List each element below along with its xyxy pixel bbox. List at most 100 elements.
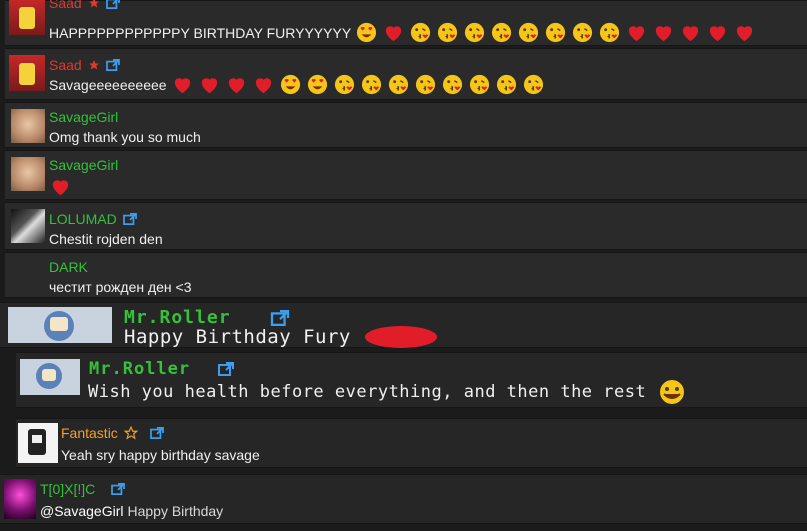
heart-emoji <box>682 26 699 42</box>
username-label: Saad <box>49 57 82 73</box>
heart-emoji <box>709 26 726 42</box>
username-label: LOLUMAD <box>49 211 117 227</box>
username[interactable]: SavageGirl <box>49 157 118 173</box>
message-body: честит рожден ден <3 <box>49 279 192 295</box>
username-label: T[0]X[!]C <box>40 481 96 497</box>
message-body: Happy Birthday <box>127 503 224 519</box>
kiss-emoji <box>438 22 458 43</box>
share-icon[interactable] <box>149 427 164 439</box>
message-body: Happy Birthday Fury <box>124 326 351 348</box>
message-text: @SavageGirl Happy Birthday <box>40 503 223 519</box>
heart-emoji <box>385 26 402 42</box>
username[interactable]: Saad <box>49 57 120 73</box>
kiss-emoji <box>361 74 381 95</box>
chat-message: Saad HAPPPPPPPPPPPPY BIRTHDAY FURYYYYYY <box>5 0 807 46</box>
message-text: Omg thank you so much <box>49 129 201 145</box>
chat-message: SavageGirl <box>5 150 807 200</box>
message-text <box>45 175 72 198</box>
username[interactable]: LOLUMAD <box>49 211 137 227</box>
share-icon[interactable] <box>111 483 126 495</box>
emoji-row <box>351 21 756 44</box>
avatar[interactable] <box>4 479 36 519</box>
username-label: SavageGirl <box>49 109 119 125</box>
avatar[interactable] <box>18 423 58 463</box>
username-label: Mr.Roller <box>89 359 191 379</box>
username-label: DARK <box>49 259 88 275</box>
share-icon[interactable] <box>214 362 238 376</box>
heart-emoji <box>201 78 217 94</box>
heart-emoji <box>364 326 437 348</box>
emoji-row <box>45 175 72 198</box>
smile-emoji <box>660 380 685 404</box>
share-icon[interactable] <box>105 0 120 9</box>
star-outline-icon <box>123 426 138 440</box>
kiss-emoji <box>600 22 620 43</box>
message-body: HAPPPPPPPPPPPPY BIRTHDAY FURYYYYYY <box>49 24 352 41</box>
heart-emoji <box>174 78 190 94</box>
message-text: Wish you health before everything, and t… <box>88 379 690 405</box>
username[interactable]: Saad <box>49 0 120 11</box>
message-body: Wish you health before everything, and t… <box>88 382 647 402</box>
chat-message: DARK честит рожден ден <3 <box>5 252 807 298</box>
message-body: Yeah sry happy birthday savage <box>61 447 260 463</box>
username[interactable]: T[0]X[!]C <box>40 481 126 497</box>
chat-message: T[0]X[!]C @SavageGirl Happy Birthday <box>0 474 807 524</box>
kiss-emoji <box>519 22 539 43</box>
heart-emoji <box>655 26 672 42</box>
heart-emoji <box>228 78 244 94</box>
username[interactable]: DARK <box>49 259 88 275</box>
avatar[interactable] <box>9 55 45 91</box>
message-body: Omg thank you so much <box>49 129 201 145</box>
username[interactable]: SavageGirl <box>49 109 118 125</box>
kiss-emoji <box>411 22 431 43</box>
mention-link[interactable]: @SavageGirl <box>40 503 123 519</box>
avatar[interactable] <box>11 157 45 191</box>
kiss-emoji <box>334 74 354 95</box>
kiss-emoji <box>573 22 593 43</box>
chat-message: Mr.Roller Happy Birthday Fury <box>0 302 807 348</box>
username-label: Fantastic <box>61 425 118 441</box>
chat-message: Saad Savageeeeeeeeee <box>5 48 807 100</box>
message-text: Yeah sry happy birthday savage <box>61 447 260 463</box>
chat-message: SavageGirl Omg thank you so much <box>5 102 807 148</box>
heart-eyes-emoji <box>357 22 377 43</box>
star-icon <box>88 60 99 70</box>
username[interactable]: Fantastic <box>61 425 164 441</box>
username-label: Saad <box>49 0 82 11</box>
message-text: Savageeeeeeeeee <box>49 73 545 96</box>
kiss-emoji <box>496 74 516 95</box>
message-text: Happy Birthday Fury <box>124 325 437 349</box>
kiss-emoji <box>415 74 435 95</box>
emoji-row <box>167 73 545 96</box>
heart-emoji <box>736 26 753 42</box>
message-text: Chestit rojden den <box>49 231 163 247</box>
username-label: SavageGirl <box>49 157 119 173</box>
kiss-emoji <box>388 74 408 95</box>
message-body: Chestit rojden den <box>49 231 163 247</box>
kiss-emoji <box>492 22 512 43</box>
avatar[interactable] <box>9 0 45 35</box>
message-text: HAPPPPPPPPPPPPY BIRTHDAY FURYYYYYY <box>49 21 756 44</box>
message-body: Savageeeeeeeeee <box>49 76 167 93</box>
avatar[interactable] <box>11 109 45 143</box>
chat-message: Fantastic Yeah sry happy birthday savage <box>16 418 807 468</box>
heart-eyes-emoji <box>280 74 300 95</box>
chat-message: Mr.Roller Wish you health before everyth… <box>16 352 807 408</box>
kiss-emoji <box>442 74 462 95</box>
avatar[interactable] <box>11 209 45 243</box>
avatar[interactable] <box>8 307 112 343</box>
heart-eyes-emoji <box>307 74 327 95</box>
avatar[interactable] <box>20 359 80 395</box>
share-icon[interactable] <box>122 213 137 225</box>
chat-message: LOLUMAD Chestit rojden den <box>5 202 807 250</box>
username[interactable]: Mr.Roller <box>89 359 238 379</box>
kiss-emoji <box>546 22 566 43</box>
share-icon[interactable] <box>267 309 293 326</box>
share-icon[interactable] <box>105 59 120 71</box>
heart-emoji <box>628 26 645 42</box>
star-icon <box>88 0 99 8</box>
kiss-emoji <box>465 22 485 43</box>
kiss-emoji <box>523 74 543 95</box>
kiss-emoji <box>469 74 489 95</box>
heart-emoji <box>52 180 69 196</box>
